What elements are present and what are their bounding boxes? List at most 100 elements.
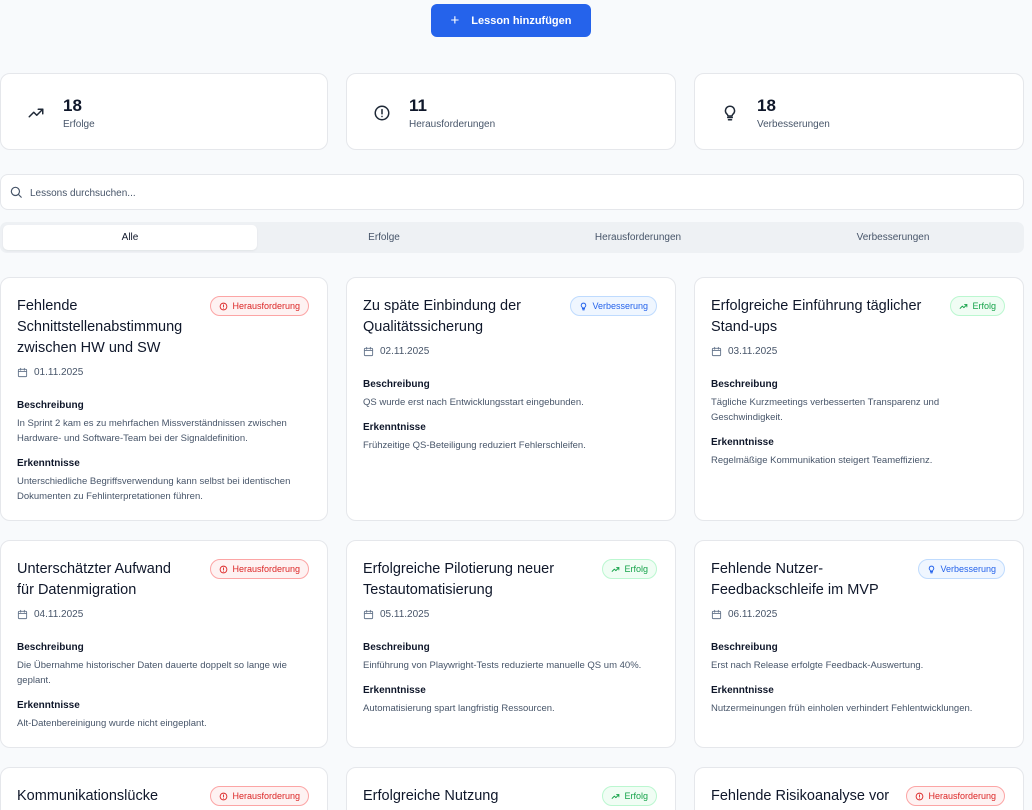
category-badge: Herausforderung <box>906 786 1005 806</box>
erkenntnisse-heading: Erkenntnisse <box>17 458 80 469</box>
alert-circle-icon <box>219 302 228 311</box>
calendar-icon <box>363 346 374 357</box>
date-row: 02.11.2025 <box>363 346 429 357</box>
lesson-title: Zu späte Einbindung der Qualitätssicheru… <box>363 298 521 335</box>
alert-circle-icon <box>219 565 228 574</box>
stat-label: Herausforderungen <box>409 119 496 130</box>
badge-label: Erfolg <box>624 564 648 574</box>
trending-up-icon <box>611 565 620 574</box>
tab-verbesserungen[interactable]: Verbesserungen <box>766 225 1020 250</box>
add-lesson-button[interactable]: + Lesson hinzufügen <box>431 4 591 37</box>
stat-label: Erfolge <box>63 119 95 130</box>
trending-up-icon <box>611 792 620 801</box>
search-input[interactable] <box>30 184 990 202</box>
alert-circle-icon <box>374 105 390 121</box>
lesson-card[interactable]: Unterschätzter Aufwand für Datenmigratio… <box>0 540 328 748</box>
lesson-date: 05.11.2025 <box>380 609 430 620</box>
lesson-date: 02.11.2025 <box>380 346 430 357</box>
beschreibung-heading: Beschreibung <box>711 379 778 390</box>
lesson-card[interactable]: Fehlende Nutzer-Feedbackschleife im MVP V… <box>694 540 1024 748</box>
lesson-title: Kommunikationslücke <box>17 788 159 804</box>
erkenntnisse-heading: Erkenntnisse <box>363 685 426 696</box>
erkenntnisse-heading: Erkenntnisse <box>363 422 426 433</box>
category-badge: Verbesserung <box>570 296 657 316</box>
filter-tabs: Alle Erfolge Herausforderungen Verbesser… <box>0 222 1024 253</box>
category-badge: Herausforderung <box>210 296 309 316</box>
badge-label: Verbesserung <box>940 564 996 574</box>
badge-label: Herausforderung <box>232 564 300 574</box>
beschreibung-text: Tägliche Kurzmeetings verbesserten Trans… <box>711 397 940 423</box>
category-badge: Erfolg <box>950 296 1005 316</box>
beschreibung-heading: Beschreibung <box>363 379 430 390</box>
lesson-date: 06.11.2025 <box>728 609 778 620</box>
trending-up-icon <box>28 108 44 118</box>
erkenntnisse-heading: Erkenntnisse <box>711 437 774 448</box>
lesson-title: Erfolgreiche Nutzung <box>363 788 499 804</box>
calendar-icon <box>711 609 722 620</box>
erkenntnisse-heading: Erkenntnisse <box>17 700 80 711</box>
category-badge: Herausforderung <box>210 559 309 579</box>
lesson-card[interactable]: Erfolgreiche Pilotierung neuer Testautom… <box>346 540 676 748</box>
tab-alle[interactable]: Alle <box>3 225 257 250</box>
calendar-icon <box>363 609 374 620</box>
badge-label: Herausforderung <box>928 791 996 801</box>
lightbulb-icon <box>927 565 936 574</box>
calendar-icon <box>711 346 722 357</box>
plus-icon: + <box>450 12 460 29</box>
erkenntnisse-text: Nutzermeinungen früh einholen verhindert… <box>711 703 973 714</box>
beschreibung-heading: Beschreibung <box>711 642 778 653</box>
lesson-card[interactable]: Fehlende Schnittstellenabstimmung zwisch… <box>0 277 328 521</box>
badge-label: Herausforderung <box>232 791 300 801</box>
lesson-title: Erfolgreiche Pilotierung neuer Testautom… <box>363 561 555 598</box>
date-row: 04.11.2025 <box>17 609 83 620</box>
lesson-date: 03.11.2025 <box>728 346 778 357</box>
stat-label: Verbesserungen <box>757 119 830 130</box>
lesson-card[interactable]: Zu späte Einbindung der Qualitätssicheru… <box>346 277 676 521</box>
search-icon <box>10 186 22 198</box>
lesson-date: 04.11.2025 <box>34 609 84 620</box>
lesson-card[interactable]: Fehlende Risikoanalyse vor Herausforderun… <box>694 767 1024 810</box>
lesson-card[interactable]: Erfolgreiche Nutzung Erfolg <box>346 767 676 810</box>
beschreibung-text: Erst nach Release erfolgte Feedback-Ausw… <box>711 660 924 671</box>
stat-value: 11 <box>409 96 427 115</box>
category-badge: Verbesserung <box>918 559 1005 579</box>
lesson-card[interactable]: Erfolgreiche Einführung täglicher Stand-… <box>694 277 1024 521</box>
beschreibung-heading: Beschreibung <box>17 400 84 411</box>
date-row: 03.11.2025 <box>711 346 777 357</box>
tab-erfolge[interactable]: Erfolge <box>257 225 511 250</box>
erkenntnisse-heading: Erkenntnisse <box>711 685 774 696</box>
beschreibung-heading: Beschreibung <box>363 642 430 653</box>
category-badge: Erfolg <box>602 786 657 806</box>
beschreibung-text: In Sprint 2 kam es zu mehrfachen Missver… <box>17 418 287 444</box>
erkenntnisse-text: Frühzeitige QS-Beteiligung reduziert Feh… <box>363 440 586 451</box>
category-badge: Erfolg <box>602 559 657 579</box>
lesson-title: Unterschätzter Aufwand für Datenmigratio… <box>17 561 171 598</box>
lesson-card[interactable]: Kommunikationslücke Herausforderung <box>0 767 328 810</box>
date-row: 05.11.2025 <box>363 609 429 620</box>
beschreibung-text: QS wurde erst nach Entwicklungsstart ein… <box>363 397 584 408</box>
stat-card-erfolge: 18 Erfolge <box>0 73 328 150</box>
erkenntnisse-text: Regelmäßige Kommunikation steigert Teame… <box>711 455 933 466</box>
badge-label: Erfolg <box>624 791 648 801</box>
date-row: 01.11.2025 <box>17 367 83 378</box>
erkenntnisse-text: Unterschiedliche Begriffsverwendung kann… <box>17 476 291 502</box>
calendar-icon <box>17 609 28 620</box>
stat-card-verbesserungen: 18 Verbesserungen <box>694 73 1024 150</box>
badge-label: Herausforderung <box>232 301 300 311</box>
calendar-icon <box>17 367 28 378</box>
stat-value: 18 <box>757 96 776 115</box>
trending-up-icon <box>959 302 968 311</box>
badge-label: Erfolg <box>972 301 996 311</box>
beschreibung-heading: Beschreibung <box>17 642 84 653</box>
add-lesson-label: Lesson hinzufügen <box>471 14 572 27</box>
category-badge: Herausforderung <box>210 786 309 806</box>
lesson-title: Fehlende Nutzer-Feedbackschleife im MVP <box>711 561 879 598</box>
lesson-title: Fehlende Schnittstellenabstimmung zwisch… <box>17 298 183 356</box>
lesson-title: Erfolgreiche Einführung täglicher Stand-… <box>711 298 922 335</box>
tab-herausforderungen[interactable]: Herausforderungen <box>511 225 765 250</box>
beschreibung-text: Einführung von Playwright-Tests reduzier… <box>363 660 642 671</box>
stat-value: 18 <box>63 96 82 115</box>
erkenntnisse-text: Automatisierung spart langfristig Ressou… <box>363 703 555 714</box>
lesson-title: Fehlende Risikoanalyse vor <box>711 788 890 804</box>
alert-circle-icon <box>219 792 228 801</box>
